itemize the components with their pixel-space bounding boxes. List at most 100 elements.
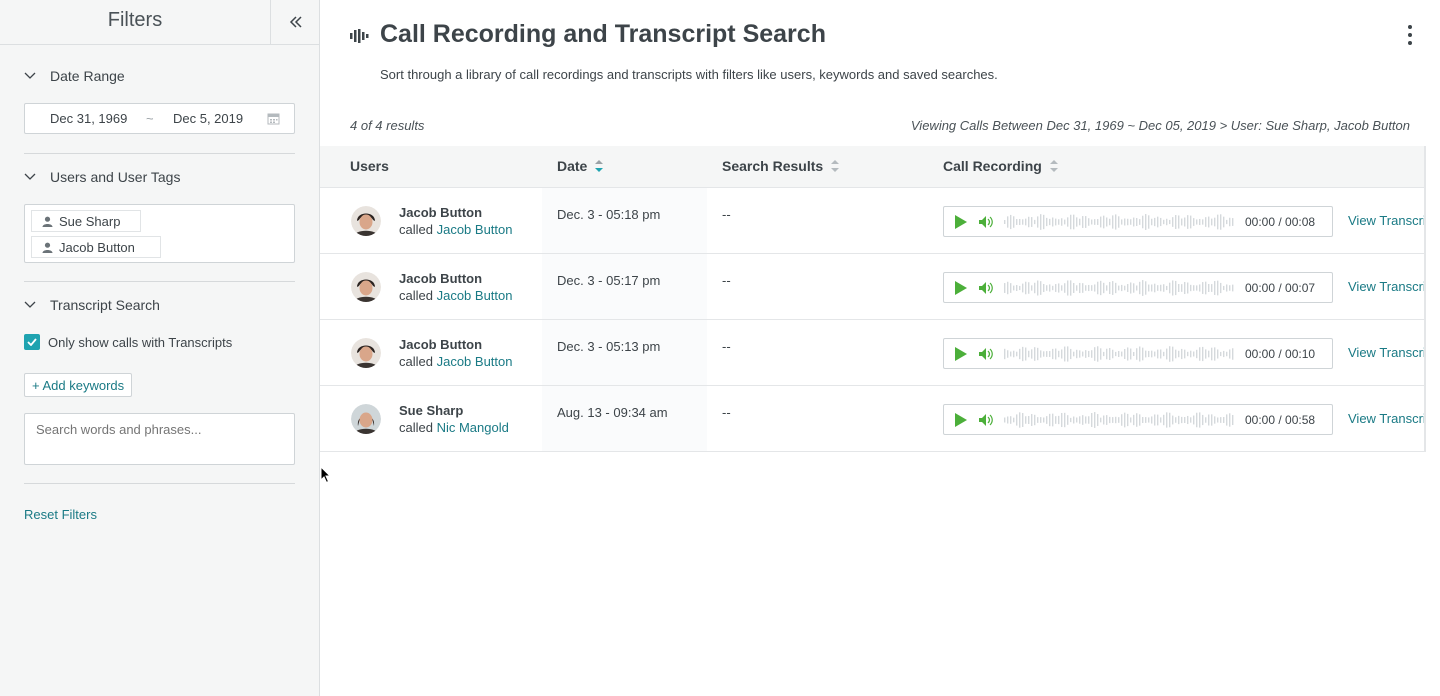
call-date: Dec. 3 - 05:13 pm [557, 339, 661, 354]
called-line: called Jacob Button [399, 288, 512, 303]
call-date: Dec. 3 - 05:18 pm [557, 207, 661, 222]
date-range-picker[interactable]: Dec 31, 1969 ~ Dec 5, 2019 [24, 103, 295, 134]
column-header-users[interactable]: Users [350, 158, 389, 174]
kebab-dot [1408, 33, 1412, 37]
audio-player[interactable]: 00:00 / 00:58 [943, 404, 1333, 435]
call-date: Dec. 3 - 05:17 pm [557, 273, 661, 288]
volume-icon[interactable] [979, 216, 994, 228]
playback-time: 00:00 / 00:10 [1245, 347, 1316, 361]
waveform-scrubber[interactable] [1004, 277, 1236, 299]
end-date[interactable]: Dec 5, 2019 [173, 111, 243, 126]
transcripts-only-option[interactable]: Only show calls with Transcripts [24, 334, 232, 350]
table-row[interactable]: Jacob Button called Jacob Button Dec. 3 … [320, 254, 1426, 320]
page-subtitle: Sort through a library of call recording… [380, 67, 998, 82]
caller-name: Jacob Button [399, 337, 483, 352]
collapse-sidebar-button[interactable] [270, 0, 320, 44]
audio-player[interactable]: 00:00 / 00:08 [943, 206, 1333, 237]
sidebar-header: Filters [0, 0, 319, 45]
double-chevron-left-icon [289, 16, 302, 28]
play-icon[interactable] [954, 347, 968, 361]
sort-icon [1049, 160, 1058, 172]
column-header-search-results[interactable]: Search Results [722, 158, 840, 174]
caller-name: Jacob Button [399, 271, 483, 286]
more-options-button[interactable] [1406, 25, 1414, 45]
mouse-cursor-icon [320, 466, 332, 484]
called-prefix: called [399, 420, 433, 435]
chevron-down-icon [24, 173, 36, 180]
keywords-search-input[interactable] [24, 413, 295, 465]
audio-waveform-icon [350, 29, 369, 43]
view-transcript-link[interactable]: View Transcript [1348, 279, 1426, 294]
callee-link[interactable]: Jacob Button [437, 288, 513, 303]
date-range-section-toggle[interactable]: Date Range [24, 68, 125, 84]
audio-player[interactable]: 00:00 / 00:10 [943, 338, 1333, 369]
volume-icon[interactable] [979, 414, 994, 426]
callee-link[interactable]: Nic Mangold [437, 420, 509, 435]
called-line: called Jacob Button [399, 354, 512, 369]
playback-time: 00:00 / 00:58 [1245, 413, 1316, 427]
playback-time: 00:00 / 00:07 [1245, 281, 1316, 295]
user-tag[interactable]: Sue Sharp [31, 210, 141, 232]
kebab-dot [1408, 25, 1412, 29]
waveform-scrubber[interactable] [1004, 211, 1236, 233]
play-icon[interactable] [954, 281, 968, 295]
checkmark-icon [27, 338, 37, 346]
add-keywords-button[interactable]: + Add keywords [24, 373, 133, 397]
search-result-value: -- [722, 405, 731, 420]
sort-icon [831, 160, 840, 172]
transcript-section-toggle[interactable]: Transcript Search [24, 297, 160, 313]
avatar [351, 338, 381, 368]
user-icon [42, 242, 53, 253]
section-label: Transcript Search [50, 297, 160, 313]
table-row[interactable]: Jacob Button called Jacob Button Dec. 3 … [320, 320, 1426, 386]
sort-icon [595, 160, 604, 172]
main-content: Call Recording and Transcript Search Sor… [320, 0, 1440, 696]
reset-filters-link[interactable]: Reset Filters [24, 507, 97, 522]
calendar-icon [267, 113, 280, 125]
column-header-date[interactable]: Date [557, 158, 604, 174]
user-tag-label: Jacob Button [59, 239, 135, 255]
divider [24, 153, 295, 154]
checkbox-label: Only show calls with Transcripts [48, 334, 233, 350]
divider [24, 483, 295, 484]
callee-link[interactable]: Jacob Button [437, 222, 513, 237]
chevron-down-icon [24, 72, 36, 79]
called-prefix: called [399, 354, 433, 369]
section-label: Date Range [50, 68, 125, 84]
user-tags-input[interactable]: Sue Sharp Jacob Button [24, 204, 295, 263]
call-date: Aug. 13 - 09:34 am [557, 405, 668, 420]
waveform-scrubber[interactable] [1004, 343, 1236, 365]
user-tag[interactable]: Jacob Button [31, 236, 161, 258]
callee-link[interactable]: Jacob Button [437, 354, 513, 369]
search-result-value: -- [722, 207, 731, 222]
play-icon[interactable] [954, 215, 968, 229]
table-row[interactable]: Sue Sharp called Nic Mangold Aug. 13 - 0… [320, 386, 1426, 452]
date-separator: ~ [146, 111, 154, 126]
transcripts-only-checkbox[interactable] [24, 334, 40, 350]
avatar [351, 206, 381, 236]
waveform-scrubber[interactable] [1004, 409, 1236, 431]
calls-table: Users Date Search Results Call Recording [320, 146, 1426, 452]
column-header-call-recording[interactable]: Call Recording [943, 158, 1058, 174]
active-filters-summary: Viewing Calls Between Dec 31, 1969 ~ Dec… [910, 118, 1410, 133]
sidebar-title: Filters [107, 9, 163, 31]
view-transcript-link[interactable]: View Transcript [1348, 411, 1426, 426]
section-label: Users and User Tags [50, 169, 181, 185]
user-icon [42, 216, 53, 227]
audio-player[interactable]: 00:00 / 00:07 [943, 272, 1333, 303]
avatar [351, 404, 381, 434]
play-icon[interactable] [954, 413, 968, 427]
page-title: Call Recording and Transcript Search [380, 20, 826, 48]
view-transcript-link[interactable]: View Transcript [1348, 213, 1426, 228]
divider [24, 281, 295, 282]
table-row[interactable]: Jacob Button called Jacob Button Dec. 3 … [320, 188, 1426, 254]
chevron-down-icon [24, 301, 36, 308]
users-section-toggle[interactable]: Users and User Tags [24, 169, 180, 185]
volume-icon[interactable] [979, 282, 994, 294]
results-count: 4 of 4 results [350, 118, 425, 133]
called-prefix: called [399, 288, 433, 303]
start-date[interactable]: Dec 31, 1969 [50, 111, 127, 126]
called-line: called Jacob Button [399, 222, 512, 237]
view-transcript-link[interactable]: View Transcript [1348, 345, 1426, 360]
volume-icon[interactable] [979, 348, 994, 360]
